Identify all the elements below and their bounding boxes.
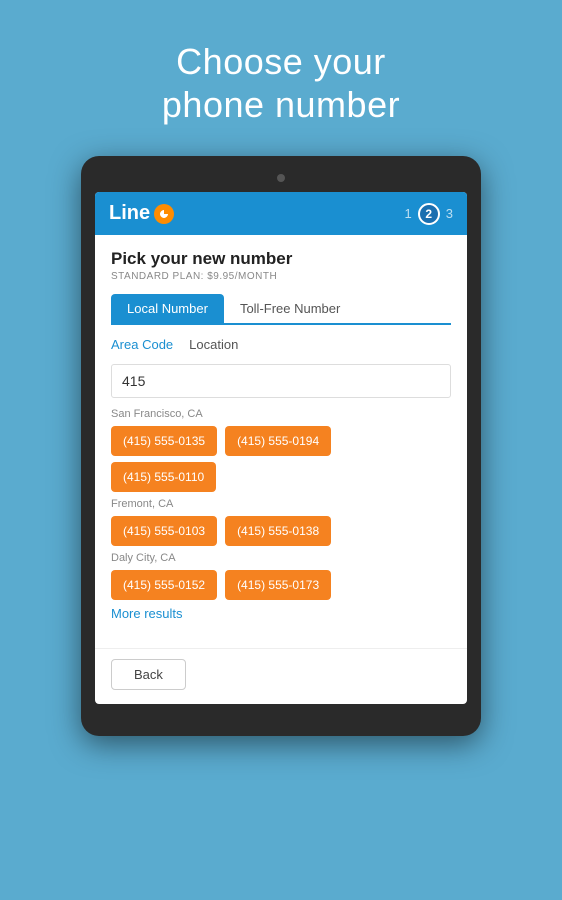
number-btn-sf-1[interactable]: (415) 555-0135: [111, 426, 217, 456]
page-headline: Choose your phone number: [162, 40, 400, 126]
number-btn-dc-2[interactable]: (415) 555-0173: [225, 570, 331, 600]
step-1: 1: [405, 206, 412, 221]
tablet-body: Line 1 2 3 Pick your new number STANDARD…: [81, 156, 481, 736]
subtab-area-code[interactable]: Area Code: [111, 337, 173, 354]
headline-line1: Choose your: [176, 41, 386, 82]
headline-line2: phone number: [162, 84, 400, 125]
app-logo: Line: [109, 202, 174, 225]
location-fremont: Fremont, CA: [111, 498, 451, 510]
tablet-camera: [277, 174, 285, 182]
fremont-numbers-row: (415) 555-0103 (415) 555-0138: [111, 516, 451, 546]
back-button[interactable]: Back: [111, 659, 186, 690]
step-2-active: 2: [418, 203, 440, 225]
number-btn-fr-1[interactable]: (415) 555-0103: [111, 516, 217, 546]
area-code-input[interactable]: [111, 364, 451, 398]
tablet-device: Line 1 2 3 Pick your new number STANDARD…: [81, 156, 481, 736]
number-btn-fr-2[interactable]: (415) 555-0138: [225, 516, 331, 546]
subtab-bar: Area Code Location: [111, 337, 451, 354]
step-3: 3: [446, 206, 453, 221]
dalycity-numbers-row: (415) 555-0152 (415) 555-0173: [111, 570, 451, 600]
location-dalycity: Daly City, CA: [111, 552, 451, 564]
tablet-screen: Line 1 2 3 Pick your new number STANDARD…: [95, 192, 467, 704]
logo-icon: [154, 204, 174, 224]
subtab-location[interactable]: Location: [189, 337, 238, 354]
tab-local-number[interactable]: Local Number: [111, 294, 224, 323]
bottom-bar: Back: [95, 648, 467, 704]
step-indicators: 1 2 3: [405, 203, 453, 225]
number-btn-dc-1[interactable]: (415) 555-0152: [111, 570, 217, 600]
logo-text: Line: [109, 202, 150, 225]
app-content: Pick your new number STANDARD PLAN: $9.9…: [95, 235, 467, 648]
plan-label: STANDARD PLAN: $9.95/MONTH: [111, 271, 451, 282]
location-sf: San Francisco, CA: [111, 408, 451, 420]
tab-bar: Local Number Toll-Free Number: [111, 294, 451, 325]
number-btn-sf-3[interactable]: (415) 555-0110: [111, 462, 216, 492]
more-results-link[interactable]: More results: [111, 606, 451, 621]
app-header: Line 1 2 3: [95, 192, 467, 235]
tab-tollfree-number[interactable]: Toll-Free Number: [224, 294, 356, 323]
number-btn-sf-2[interactable]: (415) 555-0194: [225, 426, 331, 456]
sf-numbers-row1: (415) 555-0135 (415) 555-0194: [111, 426, 451, 456]
pick-title: Pick your new number: [111, 249, 451, 269]
sf-numbers-row2: (415) 555-0110: [111, 462, 451, 492]
